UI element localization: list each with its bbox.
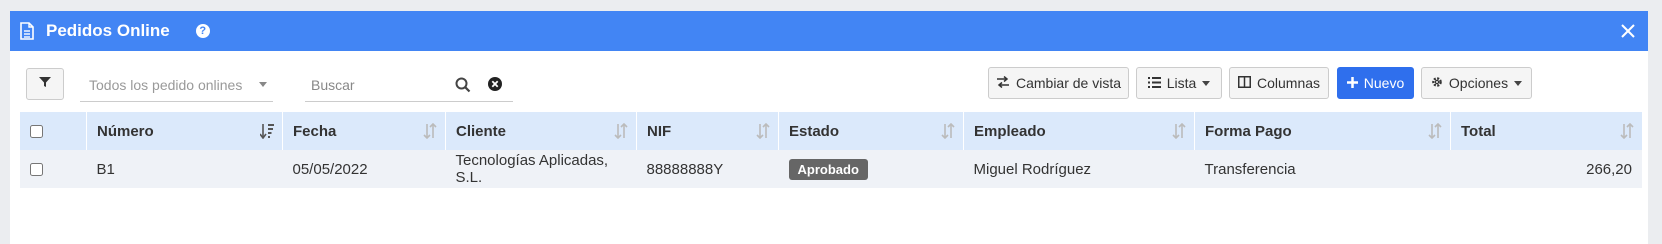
sort-icon[interactable] (1620, 122, 1634, 140)
cell-cliente: Tecnologías Aplicadas, S.L. (455, 152, 609, 186)
cell-empleado: Miguel Rodríguez (973, 160, 1092, 178)
columns-label: Columnas (1256, 75, 1321, 91)
window-title: Pedidos Online (46, 21, 170, 40)
clear-search-icon[interactable] (488, 77, 502, 91)
columns-icon (1237, 75, 1251, 91)
column-header-label: Fecha (293, 122, 337, 140)
sort-desc-icon[interactable] (259, 123, 274, 140)
gear-icon (1431, 75, 1443, 91)
cell-total: 266,20 (1586, 160, 1632, 178)
options-dropdown[interactable]: Opciones (1421, 67, 1532, 99)
column-header-nif[interactable]: NIF (636, 112, 779, 150)
list-view-dropdown[interactable]: Lista (1136, 67, 1222, 99)
sort-icon[interactable] (423, 122, 437, 140)
orders-table: Número Fecha Cliente NIF Estado Empleado… (20, 112, 1642, 188)
sort-icon[interactable] (1428, 122, 1442, 140)
chevron-down-icon (1514, 80, 1523, 86)
select-all-cell (20, 112, 87, 150)
cell-numero: B1 (96, 160, 115, 178)
column-header-estado[interactable]: Estado (778, 112, 964, 150)
row-select-cell (20, 150, 87, 188)
column-header-total[interactable]: Total (1451, 112, 1643, 150)
list-label: Lista (1166, 75, 1197, 91)
sort-icon[interactable] (756, 122, 770, 140)
filter-icon (39, 75, 51, 93)
column-header-label: NIF (647, 122, 672, 140)
column-header-numero[interactable]: Número (86, 112, 283, 150)
column-header-label: Cliente (456, 122, 507, 140)
sort-icon[interactable] (1172, 122, 1186, 140)
chevron-down-icon (1202, 80, 1211, 86)
document-icon (20, 21, 36, 41)
pedidos-online-window: Pedidos Online ? Todos los pedido online… (10, 11, 1654, 244)
change-view-label: Cambiar de vista (1015, 75, 1122, 91)
swap-arrows-icon (996, 75, 1010, 91)
vertical-scrollbar[interactable] (1648, 11, 1654, 244)
column-header-fecha[interactable]: Fecha (282, 112, 446, 150)
columns-button[interactable]: Columnas (1229, 67, 1329, 99)
window-titlebar: Pedidos Online ? (10, 11, 1654, 51)
search-icon[interactable] (455, 77, 471, 93)
cell-nif: 88888888Y (646, 160, 724, 178)
column-header-label: Empleado (974, 122, 1046, 140)
options-label: Opciones (1448, 75, 1509, 91)
new-label: Nuevo (1363, 75, 1405, 91)
cell-estado: Aprobado (779, 150, 964, 188)
close-icon[interactable] (1618, 21, 1638, 41)
sort-icon[interactable] (941, 122, 955, 140)
row-checkbox[interactable] (30, 163, 43, 177)
chevron-down-icon (259, 82, 267, 87)
select-all-checkbox[interactable] (30, 125, 43, 139)
change-view-button[interactable]: Cambiar de vista (988, 67, 1129, 99)
toolbar: Todos los pedido onlines Cambiar de vist… (10, 51, 1654, 119)
column-header-forma-pago[interactable]: Forma Pago (1194, 112, 1451, 150)
sort-icon[interactable] (614, 122, 628, 140)
search-box (305, 69, 513, 102)
status-badge: Aprobado (788, 158, 868, 180)
column-header-label: Total (1461, 122, 1496, 140)
search-input[interactable] (305, 69, 453, 101)
plus-icon (1346, 75, 1358, 91)
column-header-cliente[interactable]: Cliente (445, 112, 637, 150)
cell-fecha: 05/05/2022 (292, 160, 368, 178)
column-header-label: Estado (789, 122, 840, 140)
column-header-label: Número (97, 122, 154, 140)
help-icon[interactable]: ? (195, 24, 210, 38)
list-icon (1147, 75, 1161, 91)
table-row[interactable]: B1 05/05/2022 Tecnologías Aplicadas, S.L… (20, 150, 1642, 188)
status-filter-value: Todos los pedido onlines (89, 77, 243, 93)
column-header-label: Forma Pago (1205, 122, 1292, 140)
new-button[interactable]: Nuevo (1337, 67, 1414, 99)
status-filter-select[interactable]: Todos los pedido onlines (80, 69, 273, 102)
filter-button[interactable] (26, 68, 64, 100)
cell-forma-pago: Transferencia (1204, 160, 1296, 178)
table-header-row: Número Fecha Cliente NIF Estado Empleado… (20, 112, 1642, 150)
column-header-empleado[interactable]: Empleado (963, 112, 1195, 150)
